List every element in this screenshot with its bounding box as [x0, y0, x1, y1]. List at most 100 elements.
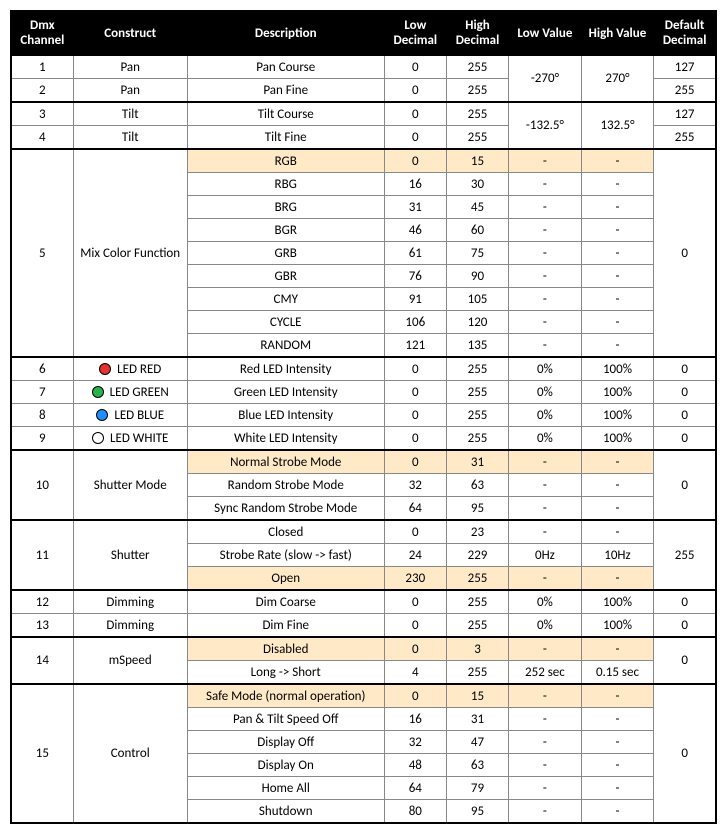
cell-hd: 63 [446, 474, 508, 497]
cell-construct: Tilt [73, 126, 187, 150]
cell-def: 0 [654, 450, 716, 520]
cell-lv: -270° [509, 55, 582, 102]
cell-lv: - [509, 567, 582, 591]
dot-red-icon [99, 363, 111, 375]
cell-construct: Shutter [73, 520, 187, 590]
cell-construct: LED BLUE [73, 404, 187, 427]
table-header-row: Dmx Channel Construct Description Low De… [11, 11, 716, 55]
cell-desc: Green LED Intensity [187, 381, 384, 404]
cell-lv: - [509, 265, 582, 288]
cell-hd: 255 [446, 55, 508, 79]
cell-hv: - [581, 637, 654, 661]
header-defdec: Default Decimal [654, 11, 716, 55]
cell-hv: - [581, 334, 654, 358]
cell-lv: - [509, 754, 582, 777]
cell-def: 0 [654, 684, 716, 823]
cell-ld: 64 [384, 497, 446, 521]
cell-hv: 100% [581, 404, 654, 427]
cell-hv: - [581, 567, 654, 591]
cell-construct: LED RED [73, 357, 187, 381]
cell-hd: 79 [446, 777, 508, 800]
dot-green-icon [92, 386, 104, 398]
cell-lv: 0% [509, 404, 582, 427]
cell-hv: - [581, 497, 654, 521]
cell-ch: 14 [11, 637, 73, 684]
cell-ld: 0 [384, 55, 446, 79]
cell-hd: 229 [446, 544, 508, 567]
cell-def: 0 [654, 404, 716, 427]
cell-desc: Dim Fine [187, 614, 384, 638]
cell-hv: - [581, 731, 654, 754]
cell-hv: - [581, 800, 654, 824]
cell-hd: 95 [446, 800, 508, 824]
cell-desc: Display On [187, 754, 384, 777]
cell-desc: Strobe Rate (slow -> fast) [187, 544, 384, 567]
cell-hv: - [581, 219, 654, 242]
cell-lv: - [509, 497, 582, 521]
cell-hv: 100% [581, 427, 654, 451]
cell-hv: - [581, 777, 654, 800]
cell-hd: 45 [446, 196, 508, 219]
cell-ch: 1 [11, 55, 73, 79]
cell-ld: 16 [384, 173, 446, 196]
cell-hd: 255 [446, 126, 508, 150]
cell-def: 127 [654, 102, 716, 126]
cell-desc: GRB [187, 242, 384, 265]
cell-desc: Closed [187, 520, 384, 544]
cell-construct-label: LED RED [117, 362, 161, 377]
cell-ch: 11 [11, 520, 73, 590]
cell-desc: Random Strobe Mode [187, 474, 384, 497]
cell-ch: 12 [11, 590, 73, 614]
cell-hv: - [581, 474, 654, 497]
cell-ld: 0 [384, 684, 446, 708]
table-row: 14 mSpeed Disabled03-- 0 [11, 637, 716, 661]
cell-desc: RANDOM [187, 334, 384, 358]
cell-ld: 0 [384, 149, 446, 173]
cell-ld: 24 [384, 544, 446, 567]
cell-lv: 0Hz [509, 544, 582, 567]
cell-hd: 135 [446, 334, 508, 358]
cell-ld: 61 [384, 242, 446, 265]
dmx-table: Dmx Channel Construct Description Low De… [10, 10, 717, 824]
cell-desc: Safe Mode (normal operation) [187, 684, 384, 708]
cell-ld: 0 [384, 614, 446, 638]
cell-def: 0 [654, 614, 716, 638]
table-row: 9 LED WHITE White LED Intensity02550%100… [11, 427, 716, 451]
cell-ch: 4 [11, 126, 73, 150]
table-row: 6 LED RED Red LED Intensity02550%100%0 [11, 357, 716, 381]
table-row: 8 LED BLUE Blue LED Intensity02550%100%0 [11, 404, 716, 427]
cell-hd: 105 [446, 288, 508, 311]
cell-hd: 255 [446, 661, 508, 685]
cell-ld: 0 [384, 102, 446, 126]
cell-construct: LED GREEN [73, 381, 187, 404]
cell-hv: - [581, 520, 654, 544]
cell-hd: 255 [446, 404, 508, 427]
header-highdec: High Decimal [446, 11, 508, 55]
cell-desc: Disabled [187, 637, 384, 661]
cell-ld: 106 [384, 311, 446, 334]
cell-ld: 80 [384, 800, 446, 824]
cell-lv: - [509, 800, 582, 824]
cell-lv: - [509, 708, 582, 731]
cell-ch: 13 [11, 614, 73, 638]
cell-ch: 6 [11, 357, 73, 381]
cell-hd: 255 [446, 381, 508, 404]
cell-lv: - [509, 731, 582, 754]
cell-lv: - [509, 288, 582, 311]
cell-hv: 270° [581, 55, 654, 102]
cell-construct-label: LED GREEN [110, 385, 169, 400]
cell-lv: - [509, 149, 582, 173]
cell-hd: 30 [446, 173, 508, 196]
cell-construct: Tilt [73, 102, 187, 126]
cell-desc: Pan Course [187, 55, 384, 79]
cell-ld: 0 [384, 404, 446, 427]
cell-def: 0 [654, 637, 716, 684]
cell-ld: 48 [384, 754, 446, 777]
cell-hd: 255 [446, 427, 508, 451]
cell-hd: 63 [446, 754, 508, 777]
table-row: 15 Control Safe Mode (normal operation)0… [11, 684, 716, 708]
table-row: 3 Tilt Tilt Course 0 255 -132.5° 132.5° … [11, 102, 716, 126]
cell-desc: CYCLE [187, 311, 384, 334]
header-desc: Description [187, 11, 384, 55]
cell-lv: 0% [509, 590, 582, 614]
